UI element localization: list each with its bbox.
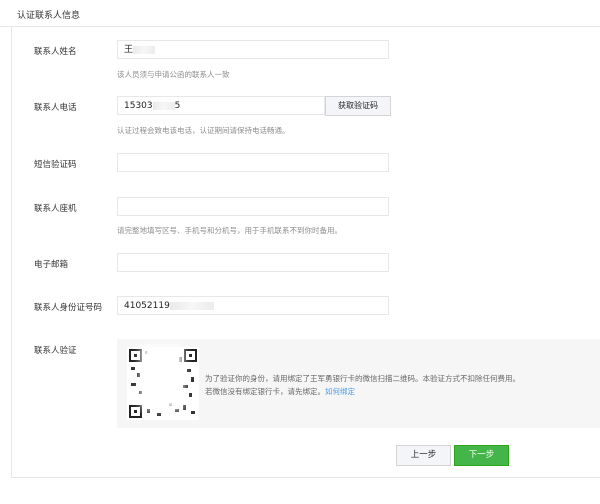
qr-module bbox=[157, 413, 161, 416]
contact-phone-input[interactable]: 15303 5 bbox=[117, 96, 325, 115]
landline-input[interactable] bbox=[117, 197, 389, 216]
id-number-input[interactable]: 41052119 bbox=[117, 296, 389, 315]
verify-instructions: 为了验证你的身份，请用绑定了王军勇银行卡的微信扫描二维码。本验证方式不扣除任何费… bbox=[205, 372, 520, 398]
qr-redaction bbox=[147, 351, 177, 403]
email-input[interactable] bbox=[117, 253, 389, 272]
qr-module bbox=[137, 373, 140, 377]
qr-module bbox=[183, 405, 186, 410]
next-step-button[interactable]: 下一步 bbox=[454, 445, 509, 466]
form-frame-left bbox=[11, 26, 12, 478]
qr-module bbox=[187, 369, 191, 372]
id-number-label: 联系人身份证号码 bbox=[34, 303, 103, 313]
landline-hint: 请完整地填写区号、手机号和分机号，用于手机联系不到你时备用。 bbox=[117, 226, 342, 235]
contact-phone-hint: 认证过程会致电该电话，认证期间请保持电话畅通。 bbox=[117, 126, 290, 135]
prev-step-button[interactable]: 上一步 bbox=[396, 445, 451, 466]
contact-name-label: 联系人姓名 bbox=[34, 47, 77, 57]
section-header: 认证联系人信息 bbox=[0, 0, 600, 27]
qr-module bbox=[191, 377, 194, 382]
qr-finder bbox=[129, 405, 142, 418]
qr-module bbox=[179, 357, 182, 362]
qr-finder bbox=[184, 349, 197, 362]
contact-phone-label: 联系人电话 bbox=[34, 103, 77, 113]
qr-module bbox=[183, 385, 188, 388]
redaction-mask bbox=[133, 45, 156, 54]
get-code-button[interactable]: 获取验证码 bbox=[325, 96, 391, 116]
qr-module bbox=[147, 409, 150, 413]
email-label: 电子邮箱 bbox=[34, 260, 69, 270]
qr-module bbox=[175, 409, 179, 412]
qr-module bbox=[131, 367, 135, 370]
form-frame-bottom bbox=[11, 477, 600, 478]
contact-name-hint: 该人员须与申请公函的联系人一致 bbox=[117, 70, 230, 79]
contact-phone-value-end: 5 bbox=[174, 101, 181, 111]
qr-finder bbox=[129, 349, 142, 362]
verify-label: 联系人验证 bbox=[34, 346, 77, 356]
redaction-mask bbox=[152, 101, 175, 110]
contact-name-value: 王 bbox=[124, 45, 134, 55]
id-number-value: 41052119 bbox=[124, 301, 170, 311]
how-to-bind-link[interactable]: 如何绑定 bbox=[325, 387, 355, 396]
verify-text-line1: 为了验证你的身份，请用绑定了王军勇银行卡的微信扫描二维码。本验证方式不扣除任何费… bbox=[205, 374, 520, 383]
contact-phone-value-start: 15303 bbox=[124, 101, 153, 111]
qr-module bbox=[189, 393, 192, 397]
qr-code-icon[interactable] bbox=[127, 347, 199, 420]
verify-text-line2-text: 若微信没有绑定银行卡，请先绑定。 bbox=[205, 387, 325, 396]
sms-code-input[interactable] bbox=[117, 153, 389, 172]
qr-module bbox=[131, 383, 136, 386]
contact-name-input[interactable]: 王 bbox=[117, 40, 389, 59]
section-title: 认证联系人信息 bbox=[17, 11, 81, 21]
qr-module bbox=[139, 391, 142, 394]
sms-code-label: 短信验证码 bbox=[34, 160, 77, 170]
qr-module bbox=[191, 411, 195, 414]
verify-text-line2: 若微信没有绑定银行卡，请先绑定。如何绑定 bbox=[205, 385, 520, 398]
verify-panel: 为了验证你的身份，请用绑定了王军勇银行卡的微信扫描二维码。本验证方式不扣除任何费… bbox=[117, 339, 600, 428]
qr-module bbox=[169, 403, 172, 406]
redaction-mask bbox=[169, 301, 214, 310]
landline-label: 联系人座机 bbox=[34, 204, 77, 214]
